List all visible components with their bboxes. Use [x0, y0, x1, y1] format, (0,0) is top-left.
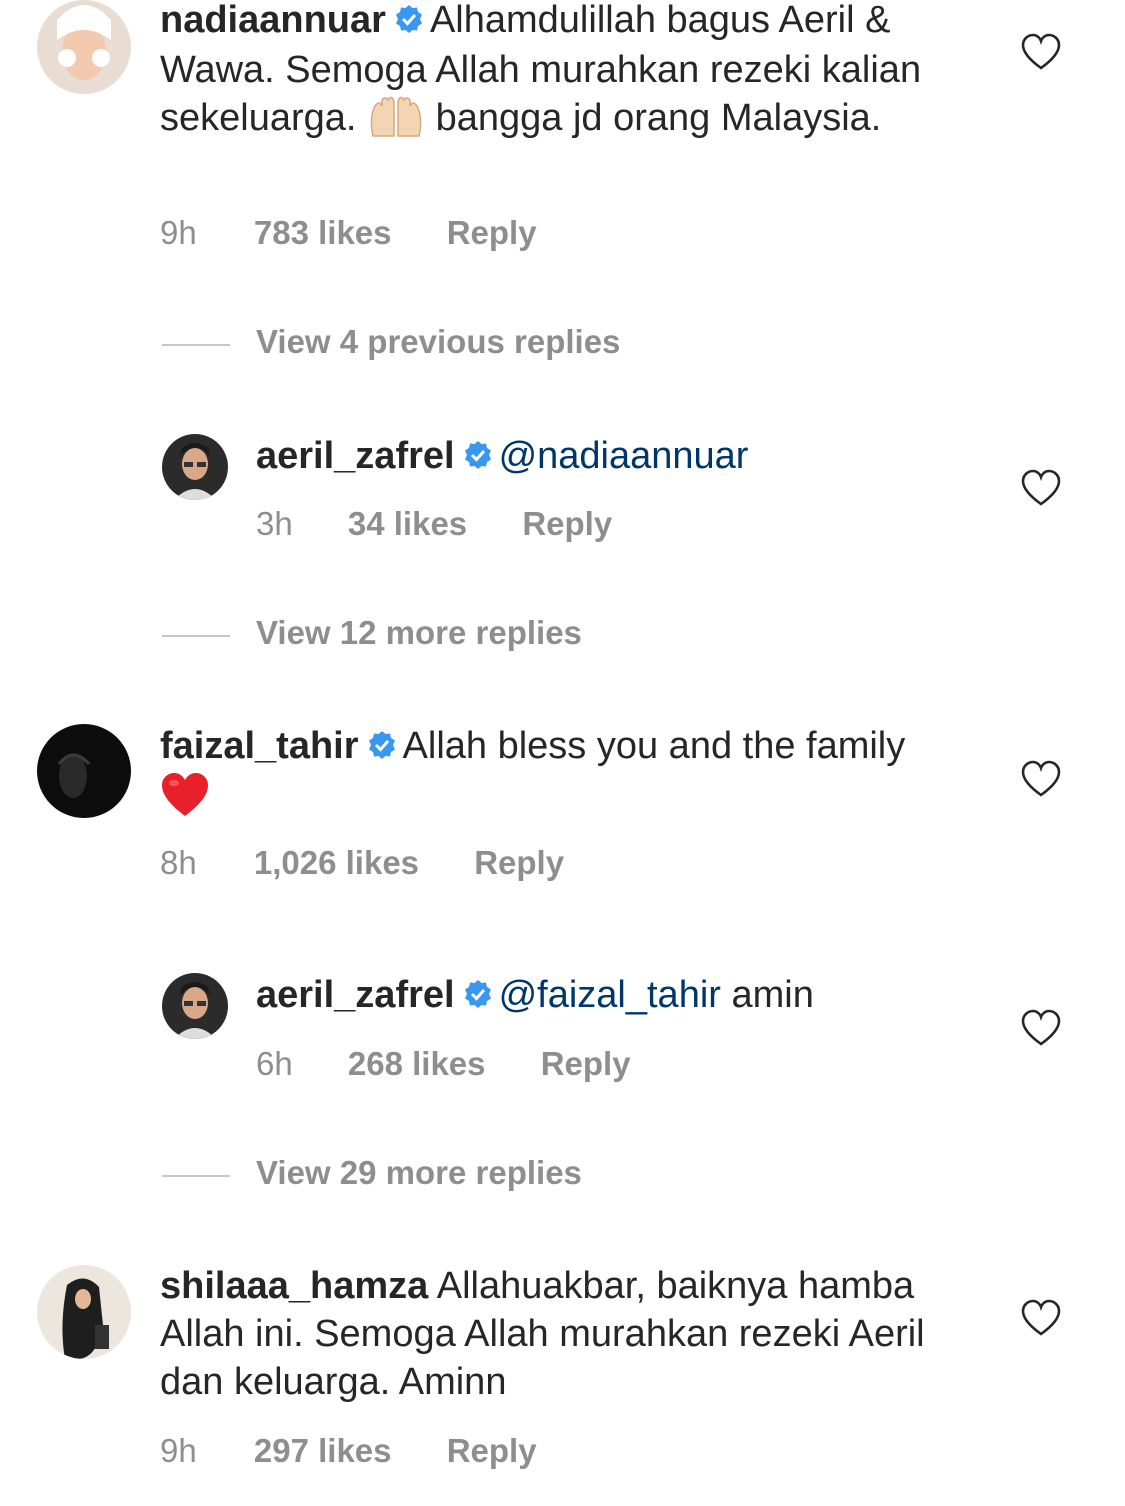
divider-line	[162, 1175, 230, 1177]
like-heart-icon[interactable]	[1021, 33, 1061, 73]
timestamp: 9h	[160, 214, 197, 251]
comment-meta: 3h 34 likes Reply	[256, 505, 612, 543]
username-link[interactable]: shilaaa_hamza	[160, 1265, 428, 1307]
username-link[interactable]: nadiaannuar	[160, 0, 386, 41]
divider-line	[162, 344, 230, 346]
comment-body: Allah bless you and the family	[402, 725, 906, 767]
likes-count[interactable]: 34 likes	[348, 505, 467, 542]
view-replies-button[interactable]: View 29 more replies	[256, 1154, 582, 1192]
comment-text: nadiaannuar Alhamdulillah bagus Aeril & W…	[160, 0, 990, 152]
view-replies-button[interactable]: View 12 more replies	[256, 614, 582, 652]
verified-badge-icon	[367, 724, 397, 772]
red-heart-icon	[160, 772, 210, 830]
like-heart-icon[interactable]	[1021, 760, 1061, 800]
comment-meta: 6h 268 likes Reply	[256, 1045, 631, 1083]
verified-badge-icon	[394, 0, 424, 46]
comment-body-cont: bangga jd orang Malaysia.	[435, 97, 882, 139]
avatar[interactable]	[37, 1265, 131, 1359]
comment-meta: 8h 1,026 likes Reply	[160, 844, 564, 882]
divider-line	[162, 635, 230, 637]
timestamp: 3h	[256, 505, 293, 542]
avatar[interactable]	[37, 724, 131, 818]
mention-link[interactable]: @faizal_tahir	[499, 974, 721, 1016]
timestamp: 8h	[160, 844, 197, 881]
username-link[interactable]: faizal_tahir	[160, 725, 359, 767]
timestamp: 6h	[256, 1045, 293, 1082]
username-link[interactable]: aeril_zafrel	[256, 974, 455, 1016]
avatar[interactable]	[162, 973, 228, 1039]
like-heart-icon[interactable]	[1021, 1299, 1061, 1339]
likes-count[interactable]: 1,026 likes	[254, 844, 419, 881]
raising-hands-icon	[367, 96, 425, 152]
like-heart-icon[interactable]	[1021, 1009, 1061, 1049]
likes-count[interactable]: 268 likes	[348, 1045, 486, 1082]
reply-button[interactable]: Reply	[541, 1045, 631, 1082]
mention-link[interactable]: @nadiaannuar	[499, 435, 749, 477]
view-replies-button[interactable]: View 4 previous replies	[256, 323, 620, 361]
comment-meta: 9h 783 likes Reply	[160, 214, 537, 252]
reply-button[interactable]: Reply	[474, 844, 564, 881]
verified-badge-icon	[463, 973, 493, 1021]
like-heart-icon[interactable]	[1021, 469, 1061, 509]
comment-body: amin	[731, 974, 814, 1016]
comment-text: shilaaa_hamza Allahuakbar, baiknya hamba…	[160, 1262, 990, 1406]
reply-button[interactable]: Reply	[522, 505, 612, 542]
timestamp: 9h	[160, 1432, 197, 1469]
username-link[interactable]: aeril_zafrel	[256, 435, 455, 477]
comment-text: faizal_tahir Allah bless you and the fami…	[160, 722, 920, 830]
avatar[interactable]	[162, 434, 228, 500]
reply-button[interactable]: Reply	[447, 1432, 537, 1469]
likes-count[interactable]: 297 likes	[254, 1432, 392, 1469]
comment-meta: 9h 297 likes Reply	[160, 1432, 537, 1470]
comment-text: aeril_zafrel @nadiaannuar	[256, 432, 986, 482]
verified-badge-icon	[463, 434, 493, 482]
likes-count[interactable]: 783 likes	[254, 214, 392, 251]
comment-text: aeril_zafrel @faizal_tahir amin	[256, 971, 986, 1021]
avatar[interactable]	[37, 0, 131, 94]
reply-button[interactable]: Reply	[447, 214, 537, 251]
